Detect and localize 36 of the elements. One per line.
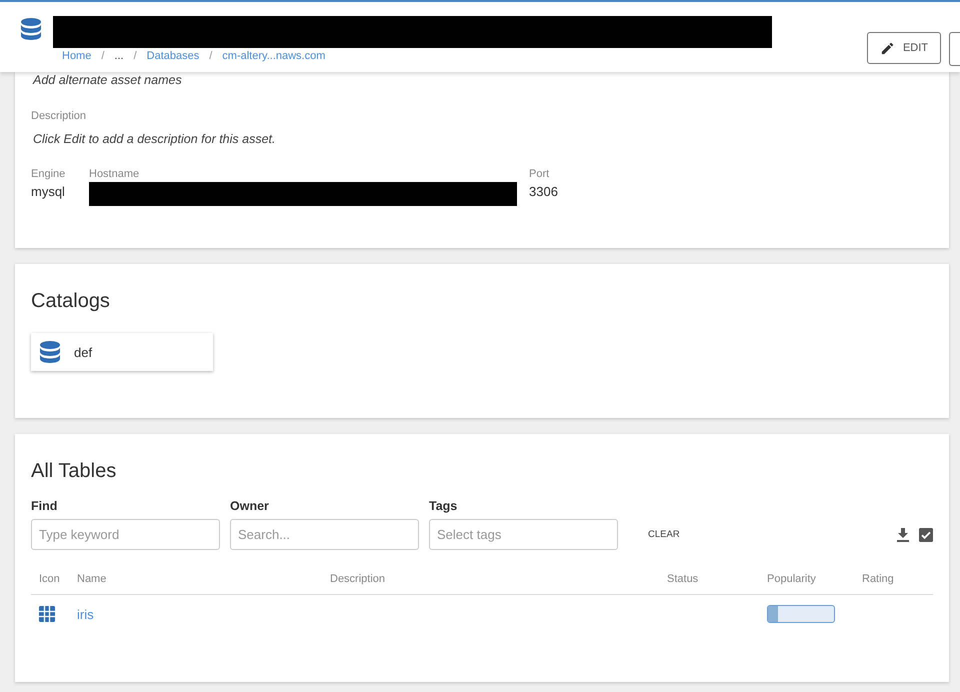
breadcrumb-separator: / xyxy=(101,50,104,62)
database-icon xyxy=(21,18,41,40)
partial-button[interactable] xyxy=(949,32,960,66)
field-label: Engine xyxy=(31,168,66,180)
edit-button[interactable]: EDIT xyxy=(866,32,941,64)
column-header: Status xyxy=(667,573,700,585)
column-header: Rating xyxy=(862,573,895,585)
filter-field[interactable]: Search... xyxy=(230,519,419,550)
field-value: mysql xyxy=(31,184,66,199)
filter-field[interactable]: Type keyword xyxy=(31,519,220,550)
download-icon[interactable] xyxy=(897,528,909,542)
section-title: All Tables xyxy=(31,460,118,483)
column-header: Name xyxy=(77,573,108,585)
column-header: Description xyxy=(330,573,386,585)
alternate-names-text: Add alternate asset names xyxy=(32,72,183,87)
description-label: Description xyxy=(31,110,88,122)
field-value: 3306 xyxy=(529,184,558,199)
column-header: Icon xyxy=(38,573,61,585)
description-text: Click Edit to add a description for this asset. xyxy=(32,132,276,146)
field-label: Hostname xyxy=(89,168,140,180)
clear-button[interactable]: CLEAR xyxy=(642,519,686,550)
filter-label: Find xyxy=(31,499,58,513)
filter-field[interactable]: Select tags xyxy=(429,519,618,550)
database-icon xyxy=(40,341,60,363)
filter-label: Tags xyxy=(429,499,458,513)
breadcrumb-separator: / xyxy=(209,50,212,62)
field-label: Port xyxy=(529,168,550,180)
filter-label: Owner xyxy=(230,499,270,513)
breadcrumb-separator: / xyxy=(134,50,137,62)
checkbox-icon[interactable] xyxy=(919,528,933,542)
table-grid-icon xyxy=(39,606,55,622)
column-header: Popularity xyxy=(767,573,817,585)
breadcrumb-ellipsis[interactable]: ... xyxy=(114,50,124,62)
pencil-icon xyxy=(880,40,895,56)
section-title: Catalogs xyxy=(31,290,111,313)
catalog-item[interactable]: def xyxy=(31,333,213,371)
